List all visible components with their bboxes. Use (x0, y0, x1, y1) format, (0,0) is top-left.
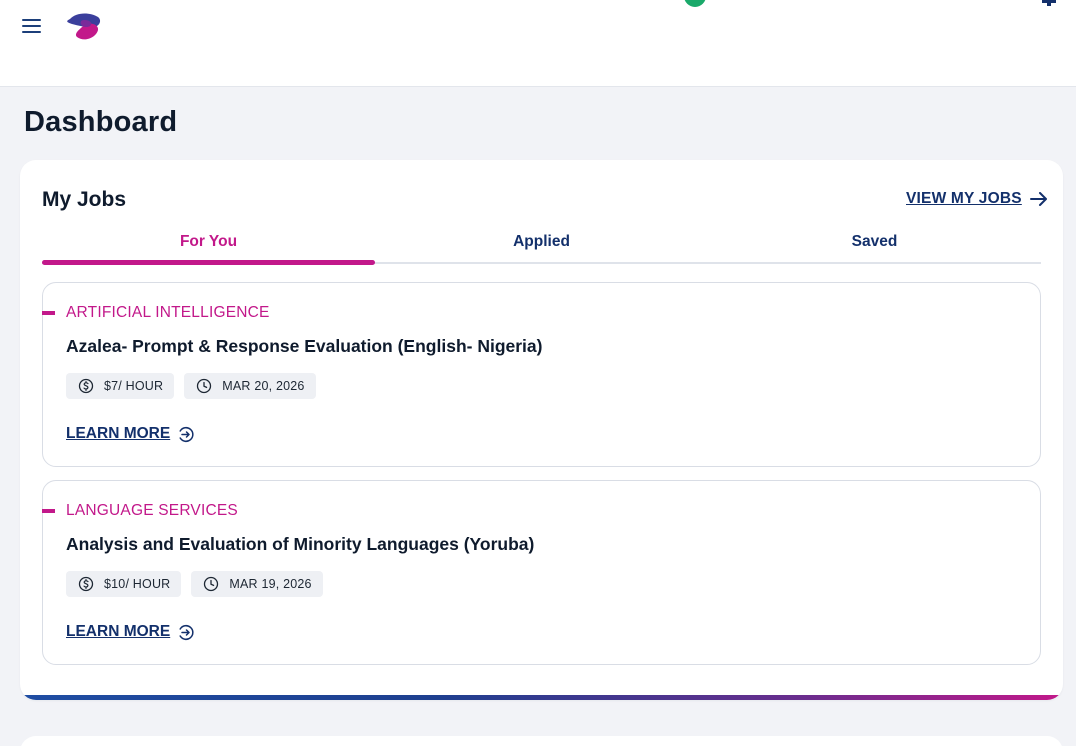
top-header (0, 0, 1076, 87)
circle-arrow-right-icon (179, 624, 194, 640)
job-tabs: For You Applied Saved (42, 230, 1041, 265)
date-chip: MAR 19, 2026 (191, 571, 323, 597)
tab-for-you[interactable]: For You (42, 230, 375, 265)
job-title: Azalea- Prompt & Response Evaluation (En… (66, 336, 543, 356)
dollar-icon (78, 378, 94, 394)
circle-arrow-right-icon (179, 426, 194, 442)
learn-more-link[interactable]: LEARN MORE (66, 623, 194, 641)
job-category: LANGUAGE SERVICES (66, 502, 238, 519)
page-title: Dashboard (24, 106, 178, 138)
job-date: MAR 20, 2026 (222, 379, 305, 393)
pay-chip: $10/ HOUR (66, 571, 182, 597)
view-my-jobs-label: VIEW MY JOBS (906, 190, 1022, 207)
date-chip: MAR 20, 2026 (184, 373, 316, 399)
card-accent-bar (20, 695, 1063, 700)
job-title: Analysis and Evaluation of Minority Lang… (66, 534, 535, 554)
clock-icon (204, 576, 219, 592)
arrow-right-icon (1029, 192, 1047, 206)
status-indicator (684, 0, 706, 7)
learn-more-label: LEARN MORE (66, 425, 171, 442)
pay-rate: $7/ HOUR (104, 379, 164, 393)
brand-logo-icon[interactable] (62, 10, 104, 42)
category-marker (42, 311, 55, 315)
bell-icon[interactable] (1040, 0, 1058, 6)
dollar-icon (78, 576, 94, 592)
next-card (20, 736, 1063, 746)
tab-saved[interactable]: Saved (708, 230, 1041, 262)
learn-more-label: LEARN MORE (66, 623, 171, 640)
my-jobs-title: My Jobs (42, 188, 127, 211)
job-card[interactable]: LANGUAGE SERVICES Analysis and Evaluatio… (42, 480, 1041, 665)
my-jobs-card: My Jobs VIEW MY JOBS For You Applied Sav… (20, 160, 1063, 700)
pay-rate: $10/ HOUR (104, 577, 171, 591)
clock-icon (197, 378, 212, 394)
pay-chip: $7/ HOUR (66, 373, 175, 399)
job-date: MAR 19, 2026 (229, 577, 312, 591)
job-card[interactable]: ARTIFICIAL INTELLIGENCE Azalea- Prompt &… (42, 282, 1041, 467)
learn-more-link[interactable]: LEARN MORE (66, 425, 194, 443)
category-marker (42, 509, 55, 513)
hamburger-menu-icon[interactable] (22, 17, 42, 35)
job-category: ARTIFICIAL INTELLIGENCE (66, 304, 270, 321)
tab-applied[interactable]: Applied (375, 230, 708, 262)
view-my-jobs-link[interactable]: VIEW MY JOBS (906, 190, 1048, 208)
